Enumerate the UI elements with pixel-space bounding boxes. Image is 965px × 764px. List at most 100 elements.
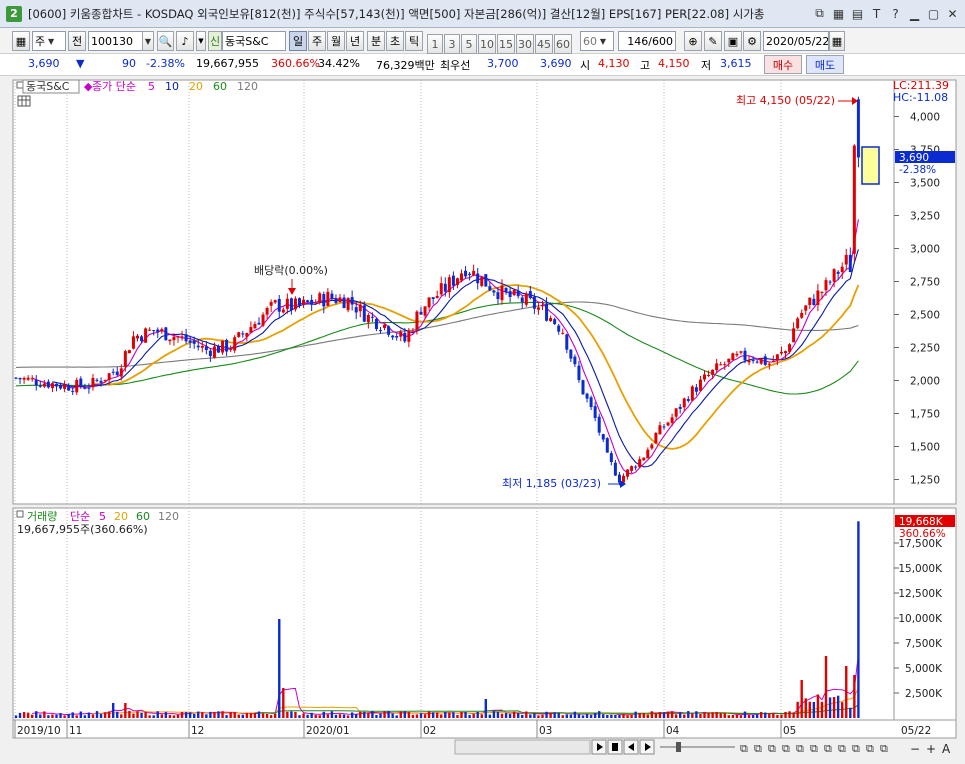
- interval-select[interactable]: 60 ▼: [580, 31, 614, 51]
- code-dropdown-icon[interactable]: ▼: [142, 31, 154, 51]
- chart-scrollbar[interactable]: [454, 739, 591, 755]
- volume-bar: [857, 521, 860, 718]
- volume-bar: [464, 712, 467, 718]
- view-icon-3[interactable]: ⧉: [768, 742, 776, 755]
- volume-bar: [95, 711, 99, 718]
- volume-bar: [553, 712, 556, 718]
- volume-bar: [500, 713, 504, 718]
- date-input[interactable]: 2020/05/22: [763, 31, 829, 51]
- interval-button-45[interactable]: 45: [535, 34, 553, 54]
- help-icon[interactable]: ?: [887, 5, 904, 22]
- volume-bar: [83, 715, 87, 718]
- grid-icon[interactable]: ▦: [830, 5, 847, 22]
- volume-bar: [379, 713, 382, 718]
- interval-button-10[interactable]: 10: [478, 34, 496, 54]
- volume-bar: [731, 715, 735, 718]
- view-icon-6[interactable]: ⧉: [810, 742, 818, 755]
- settings-gear-icon[interactable]: ⚙: [743, 31, 761, 51]
- tab-month[interactable]: 월: [327, 31, 345, 51]
- font-icon[interactable]: T: [868, 5, 885, 22]
- zoom-slider-handle[interactable]: [676, 742, 681, 752]
- volume-bar: [261, 713, 265, 718]
- buy-button[interactable]: 매수: [764, 55, 802, 74]
- volume-bar: [764, 712, 767, 718]
- volume-tick-label: 7,500K: [905, 638, 943, 650]
- volume-bar: [618, 714, 621, 718]
- candle: [820, 291, 824, 293]
- candle: [87, 387, 91, 389]
- volume-bar: [804, 698, 807, 718]
- stock-chart[interactable]: 4,0003,7503,5003,2503,0002,7502,5002,250…: [0, 76, 965, 764]
- interval-button-15[interactable]: 15: [497, 34, 515, 54]
- interval-button-3[interactable]: 3: [444, 34, 460, 54]
- candle: [464, 270, 468, 277]
- volume-panel[interactable]: [12, 507, 895, 721]
- speaker-dropdown-icon[interactable]: ▼: [196, 31, 206, 51]
- volume-bar: [751, 715, 755, 718]
- view-icon-2[interactable]: ⧉: [754, 742, 762, 755]
- volume-bar: [306, 714, 309, 718]
- volume-bar: [849, 707, 852, 718]
- tab-minute[interactable]: 분: [367, 31, 385, 51]
- volume-bar: [91, 714, 95, 718]
- count-field[interactable]: 146/600: [618, 31, 676, 51]
- zoom-in-icon[interactable]: +: [926, 742, 936, 756]
- period-select[interactable]: 주 ▼: [32, 31, 66, 51]
- zoom-out-icon[interactable]: −: [910, 742, 920, 756]
- layout-icon[interactable]: ▤: [849, 5, 866, 22]
- candle: [549, 317, 553, 322]
- view-icon-7[interactable]: ⧉: [824, 742, 832, 755]
- candle: [83, 387, 87, 389]
- legend-toggle-icon[interactable]: [16, 81, 24, 89]
- volume-bar: [257, 711, 261, 718]
- view-icon-10[interactable]: ⧉: [866, 742, 874, 755]
- candle: [338, 297, 342, 303]
- speaker-icon[interactable]: ♪: [176, 31, 194, 51]
- tab-tick[interactable]: 틱: [405, 31, 423, 51]
- minimize-icon[interactable]: ▁: [906, 5, 923, 22]
- prev-button[interactable]: 전: [68, 31, 86, 51]
- credit-badge: 신: [208, 31, 222, 51]
- view-icon-4[interactable]: ⧉: [782, 742, 790, 755]
- view-icon-11[interactable]: ⧉: [880, 742, 888, 755]
- candle: [427, 297, 431, 308]
- close-icon[interactable]: ✕: [944, 5, 961, 22]
- interval-button-1[interactable]: 1: [427, 34, 443, 54]
- tab-year[interactable]: 년: [346, 31, 364, 51]
- volume-legend-toggle-icon[interactable]: [16, 510, 24, 518]
- calendar-icon[interactable]: ▦: [12, 31, 30, 51]
- draw-tool-icon[interactable]: ✎: [704, 31, 722, 51]
- candle: [156, 329, 160, 333]
- price-panel[interactable]: [12, 79, 895, 505]
- table-view-icon[interactable]: [17, 95, 31, 107]
- save-icon[interactable]: ▣: [724, 31, 742, 51]
- view-icon-8[interactable]: ⧉: [838, 742, 846, 755]
- candle: [30, 378, 34, 380]
- candle: [451, 275, 455, 286]
- interval-button-5[interactable]: 5: [461, 34, 477, 54]
- candle: [257, 322, 261, 325]
- sell-button[interactable]: 매도: [806, 55, 844, 74]
- date-picker-icon[interactable]: ▦: [829, 31, 845, 51]
- search-icon[interactable]: 🔍: [157, 31, 174, 51]
- indicator-icon[interactable]: ⊕: [684, 31, 702, 51]
- volume-bar: [269, 715, 273, 718]
- interval-button-60[interactable]: 60: [554, 34, 572, 54]
- candle: [229, 349, 233, 351]
- volume-bar: [391, 713, 394, 718]
- auto-scale-icon[interactable]: A: [942, 742, 951, 756]
- view-icon-5[interactable]: ⧉: [796, 742, 804, 755]
- candle: [383, 324, 387, 329]
- price-tick-label: 2,750: [910, 277, 940, 289]
- view-icon-9[interactable]: ⧉: [852, 742, 860, 755]
- volume-legend-ma-20: 20: [114, 510, 128, 523]
- link-icon[interactable]: ⧉: [811, 5, 828, 22]
- interval-button-30[interactable]: 30: [516, 34, 534, 54]
- tab-week[interactable]: 주: [308, 31, 326, 51]
- tab-second[interactable]: 초: [386, 31, 404, 51]
- maximize-icon[interactable]: ▢: [925, 5, 942, 22]
- candle: [581, 380, 585, 395]
- view-icon-1[interactable]: ⧉: [740, 742, 748, 755]
- tab-day[interactable]: 일: [289, 31, 307, 51]
- candle: [136, 335, 139, 339]
